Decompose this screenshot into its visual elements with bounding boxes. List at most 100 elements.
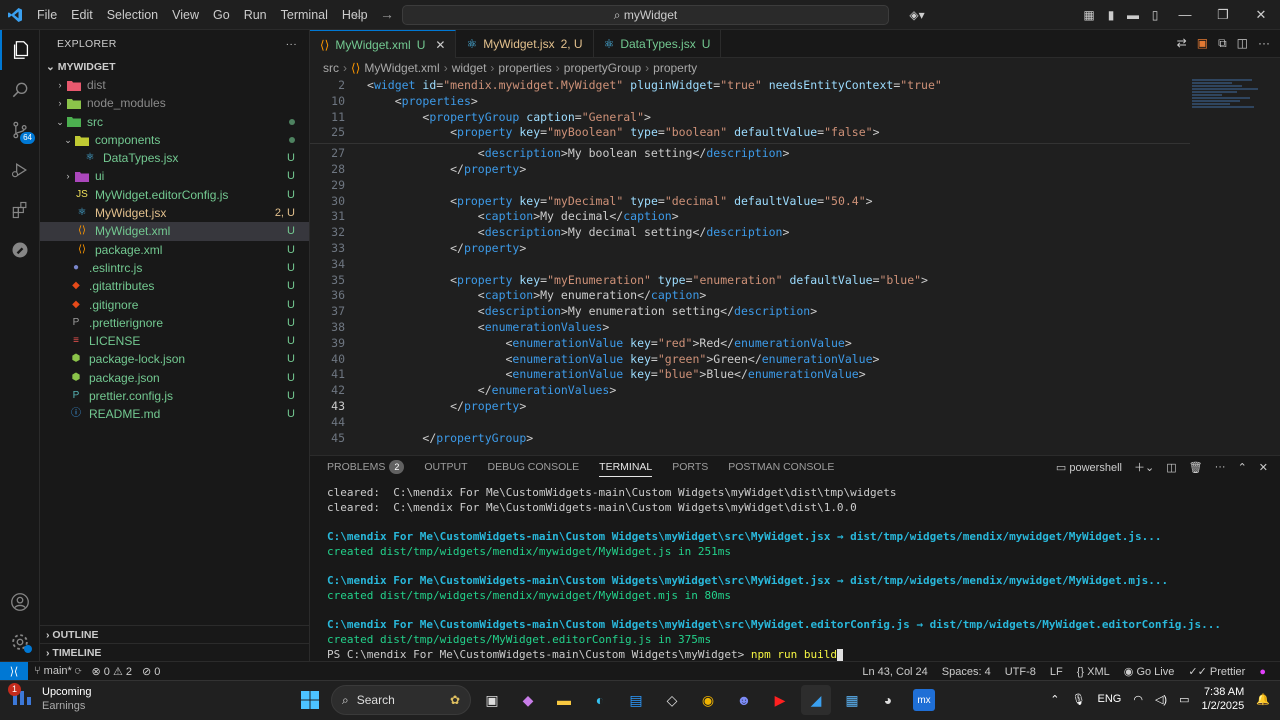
code-line[interactable]: 28 </property> [310,162,1190,178]
breadcrumb-src[interactable]: src [323,58,339,78]
close-icon[interactable]: ✕ [1242,7,1280,23]
tree-item-mywidget-jsx[interactable]: ⚛ MyWidget.jsx 2, U [40,204,309,222]
tab-datatypes-jsx[interactable]: ⚛ DataTypes.jsx U [594,30,722,58]
split-terminal-icon[interactable]: ◫ [1166,461,1176,474]
more-actions-icon[interactable]: ··· [1215,461,1226,473]
task-view-icon[interactable]: ▣ [477,685,507,715]
code-line[interactable]: 31 <caption>My decimal</caption> [310,209,1190,225]
accounts-icon[interactable] [0,582,40,622]
new-terminal-icon[interactable]: ＋⌄ [1134,459,1154,475]
discord-icon[interactable]: ☻ [729,685,759,715]
tree-item-license[interactable]: ≡ LICENSE U [40,332,309,350]
open-preview-icon[interactable]: ⧉ [1218,36,1227,51]
close-icon[interactable]: ✕ [435,38,445,52]
code-line[interactable]: 35 <property key="myEnumeration" type="e… [310,273,1190,289]
code-line[interactable]: 40 <enumerationValue key="green">Green</… [310,352,1190,368]
code-line[interactable]: 45 </propertyGroup> [310,431,1190,447]
tree-item-eslintrc[interactable]: ● .eslintrc.js U [40,259,309,277]
toggle-panel-icon[interactable]: ▬ [1122,8,1144,22]
explorer-icon[interactable] [0,30,40,70]
menu-view[interactable]: View [165,0,206,30]
clock[interactable]: 7:38 AM 1/2/2025 [1201,685,1244,713]
customize-layout-icon[interactable]: ▦ [1078,8,1100,22]
tab-mywidget-jsx[interactable]: ⚛ MyWidget.jsx 2, U [456,30,594,58]
language-mode[interactable]: {} XML [1077,666,1110,678]
code-line[interactable]: 25 <property key="myBoolean" type="boole… [310,125,1190,141]
epic-games-icon[interactable]: ◇ [657,685,687,715]
language-indicator[interactable]: ENG [1097,693,1121,705]
breadcrumb-propertygroup[interactable]: propertyGroup [564,58,641,78]
tree-item-dist[interactable]: › dist [40,76,309,94]
microphone-icon[interactable]: 🎙 [1072,693,1086,706]
extensions-icon[interactable] [0,190,40,230]
toggle-sidebar-icon[interactable]: ▮ [1100,8,1122,22]
volume-icon[interactable]: ◁) [1155,693,1167,706]
code-line[interactable]: 27 <description>My boolean setting</desc… [310,146,1190,162]
code-line[interactable]: 33 </property> [310,241,1190,257]
toggle-secondary-sidebar-icon[interactable]: ▯ [1144,8,1166,22]
code-line[interactable]: 34 [310,257,1190,273]
code-line[interactable]: 10 <properties> [310,94,1190,110]
menu-file[interactable]: File [30,0,64,30]
mendix-icon[interactable]: mx [913,689,935,711]
windows-start-icon[interactable] [295,685,325,715]
notification-bell-icon[interactable]: 🔔 [1256,693,1270,706]
terminal-output[interactable]: cleared: C:\mendix For Me\CustomWidgets-… [327,486,1267,662]
chevron-up-icon[interactable]: ⌃ [1238,461,1247,474]
tree-item-datatypes-jsx[interactable]: ⚛ DataTypes.jsx U [40,149,309,167]
code-line[interactable]: 11 <propertyGroup caption="General"> [310,110,1190,126]
code-line[interactable]: 30 <property key="myDecimal" type="decim… [310,194,1190,210]
explorer-root-folder[interactable]: ⌄ MYWIDGET [40,58,309,76]
tree-item-editorconfig-js[interactable]: JS MyWidget.editorConfig.js U [40,186,309,204]
menu-edit[interactable]: Edit [64,0,100,30]
tab-postman-console[interactable]: POSTMAN CONSOLE [728,461,834,473]
tree-item-src[interactable]: ⌄ src [40,113,309,131]
split-editor-icon[interactable]: ◫ [1237,36,1248,51]
file-explorer-icon[interactable]: ▬ [549,685,579,715]
more-actions-icon[interactable]: ··· [286,38,297,50]
tab-mywidget-xml[interactable]: ⟨⟩ MyWidget.xml U ✕ [310,30,457,58]
breadcrumb-property[interactable]: property [653,58,697,78]
tree-item-mywidget-xml[interactable]: ⟨⟩ MyWidget.xml U [40,222,309,241]
tab-ports[interactable]: PORTS [672,461,708,473]
code-editor[interactable]: 2 <widget id="mendix.mywidget.MyWidget" p… [310,78,1190,446]
tree-item-package-xml[interactable]: ⟨⟩ package.xml U [40,241,309,259]
source-control-icon[interactable]: 64 [0,110,40,150]
code-line[interactable]: 2 <widget id="mendix.mywidget.MyWidget" p… [310,78,1190,94]
ports-indicator[interactable]: ⊘ 0 [142,665,160,678]
tree-item-node-modules[interactable]: › node_modules [40,94,309,112]
widgets-button[interactable]: 1 Upcoming Earnings [8,683,92,713]
tree-item-readme[interactable]: ⓘ README.md U [40,405,309,423]
edge-browser-icon[interactable]: ◐ [585,685,615,715]
copilot-icon[interactable]: ◈▾ [906,8,928,22]
tree-item-components[interactable]: ⌄ components [40,131,309,149]
taskbar-search[interactable]: ⌕ Search ✿ [331,685,471,715]
minimap[interactable] [1192,78,1266,138]
minimize-icon[interactable]: — [1166,7,1204,22]
prettier-button[interactable]: ✓✓ Prettier [1188,665,1245,678]
chrome-icon[interactable]: ◉ [693,685,723,715]
menu-selection[interactable]: Selection [100,0,165,30]
tree-item-package-json[interactable]: ⬢ package.json U [40,369,309,387]
command-center[interactable]: ⌕ myWidget [402,5,889,25]
go-live-button[interactable]: ◉ Go Live [1124,665,1175,678]
settings-gear-icon[interactable] [0,622,40,662]
youtube-icon[interactable]: ▶ [765,685,795,715]
code-line[interactable]: 29 [310,178,1190,194]
run-debug-icon[interactable] [0,150,40,190]
github-desktop-icon[interactable]: ◕ [873,685,903,715]
copilot-status-icon[interactable]: ● [1259,666,1266,678]
close-panel-icon[interactable]: ✕ [1259,461,1268,474]
end-of-line[interactable]: LF [1050,666,1063,678]
html-preview-icon[interactable]: ▣ [1197,36,1208,51]
cursor-position[interactable]: Ln 43, Col 24 [862,666,927,678]
breadcrumb-properties[interactable]: properties [498,58,551,78]
menu-go[interactable]: Go [206,0,237,30]
code-line[interactable]: 42 </enumerationValues> [310,383,1190,399]
tree-item-package-lock[interactable]: ⬢ package-lock.json U [40,350,309,368]
notepad-icon[interactable]: ▦ [837,685,867,715]
code-line[interactable]: 38 <enumerationValues> [310,320,1190,336]
branch-indicator[interactable]: ⑂ main* ⟳ [34,665,81,678]
search-view-icon[interactable] [0,70,40,110]
menu-run[interactable]: Run [237,0,274,30]
